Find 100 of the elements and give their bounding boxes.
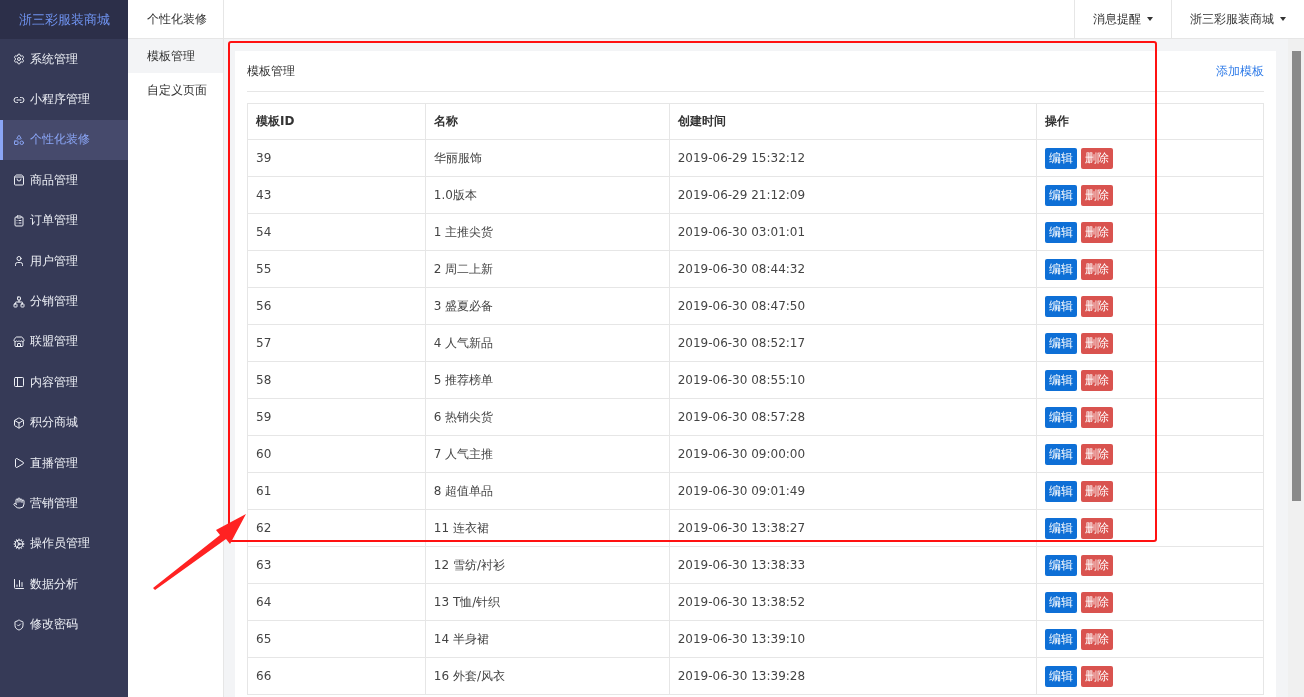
table-cell: 8 超值单品 <box>425 472 670 510</box>
edit-button[interactable]: 编辑 <box>1045 332 1078 354</box>
delete-button[interactable]: 删除 <box>1081 332 1114 354</box>
caret-icon <box>1147 17 1153 21</box>
edit-button[interactable]: 编辑 <box>1045 369 1078 391</box>
table-cell: 62 <box>247 509 426 547</box>
dropdown-menu[interactable]: 消息提醒 <box>1074 0 1171 38</box>
delete-button[interactable]: 删除 <box>1081 147 1114 169</box>
table-cell: 2019-06-30 13:39:10 <box>669 620 1037 658</box>
brand-title: 浙三彩服装商城 <box>0 0 128 39</box>
gear-icon <box>13 53 25 66</box>
table-cell: 5 推荐榜单 <box>425 361 670 399</box>
table-cell: 63 <box>247 546 426 584</box>
table-cell: 55 <box>247 250 426 288</box>
table-cell: 7 人气主推 <box>425 435 670 473</box>
table-cell: 2019-06-30 03:01:01 <box>669 213 1037 251</box>
submenu-item[interactable]: 模板管理 <box>128 39 223 73</box>
table-cell: 65 <box>247 620 426 658</box>
delete-button[interactable]: 删除 <box>1081 406 1114 428</box>
delete-button[interactable]: 删除 <box>1081 554 1114 576</box>
sidebar-item[interactable]: 系统管理 <box>0 39 128 80</box>
edit-button[interactable]: 编辑 <box>1045 517 1078 539</box>
sidebar-item[interactable]: 商品管理 <box>0 160 128 201</box>
sidebar-item[interactable]: 操作员管理 <box>0 523 128 565</box>
table-cell: 2019-06-30 13:38:52 <box>669 583 1037 621</box>
edit-button[interactable]: 编辑 <box>1045 147 1078 169</box>
delete-button[interactable]: 删除 <box>1081 295 1114 317</box>
table-cell: 3 盛夏必备 <box>425 287 670 325</box>
table-cell: 1.0版本 <box>425 176 670 214</box>
scrollbar-thumb[interactable] <box>1291 51 1301 501</box>
table-cell: 56 <box>247 287 426 325</box>
dropdown-menu[interactable]: 浙三彩服装商城 <box>1171 0 1304 38</box>
column-header: 创建时间 <box>669 103 1037 140</box>
table-cell: 2019-06-30 13:39:28 <box>669 657 1037 695</box>
edit-button[interactable]: 编辑 <box>1045 554 1078 576</box>
table-cell: 64 <box>247 583 426 621</box>
table-cell: 2 周二上新 <box>425 250 670 288</box>
edit-button[interactable]: 编辑 <box>1045 480 1078 502</box>
shapes-icon <box>13 133 25 146</box>
table-cell: 2019-06-30 09:01:49 <box>669 472 1037 510</box>
delete-button[interactable]: 删除 <box>1081 258 1114 280</box>
delete-button[interactable]: 删除 <box>1081 443 1114 465</box>
sidebar-item[interactable]: 数据分析 <box>0 564 128 605</box>
sidebar-item[interactable]: 积分商城 <box>0 402 128 443</box>
sidebar-item[interactable]: 营销管理 <box>0 483 128 524</box>
table-cell: 57 <box>247 324 426 362</box>
sidebar-item[interactable]: 小程序管理 <box>0 79 128 120</box>
edit-button[interactable]: 编辑 <box>1045 591 1078 613</box>
edit-button[interactable]: 编辑 <box>1045 221 1078 243</box>
add-template-link[interactable]: 添加模板 <box>1216 62 1264 80</box>
table-cell: 2019-06-30 08:47:50 <box>669 287 1037 325</box>
table-cell: 14 半身裙 <box>425 620 670 658</box>
delete-button[interactable]: 删除 <box>1081 221 1114 243</box>
network-icon <box>13 295 25 308</box>
table-cell: 66 <box>247 657 426 695</box>
sidebar-item[interactable]: 订单管理 <box>0 200 128 241</box>
sidebar-item[interactable]: 修改密码 <box>0 604 128 645</box>
table-cell: 39 <box>247 139 426 177</box>
table-cell: 4 人气新品 <box>425 324 670 362</box>
table-cell: 1 主推尖货 <box>425 213 670 251</box>
table-cell: 2019-06-30 08:44:32 <box>669 250 1037 288</box>
delete-button[interactable]: 删除 <box>1081 480 1114 502</box>
table-cell: 2019-06-30 08:55:10 <box>669 361 1037 399</box>
table-cell: 6 热销尖货 <box>425 398 670 436</box>
delete-button[interactable]: 删除 <box>1081 665 1114 687</box>
table-cell: 2019-06-30 13:38:27 <box>669 509 1037 547</box>
sidebar-item[interactable]: 分销管理 <box>0 281 128 322</box>
table-cell: 59 <box>247 398 426 436</box>
delete-button[interactable]: 删除 <box>1081 628 1114 650</box>
sidebar-item[interactable]: 联盟管理 <box>0 321 128 363</box>
edit-button[interactable]: 编辑 <box>1045 665 1078 687</box>
table-cell: 2019-06-29 15:32:12 <box>669 139 1037 177</box>
sidebar-item[interactable]: 用户管理 <box>0 240 128 282</box>
clipboard-icon <box>13 214 25 227</box>
hand-icon <box>13 497 25 510</box>
bag-icon <box>13 174 25 187</box>
shield-icon <box>13 618 25 631</box>
delete-button[interactable]: 删除 <box>1081 369 1114 391</box>
table-cell: 2019-06-30 08:57:28 <box>669 398 1037 436</box>
table-cell: 60 <box>247 435 426 473</box>
edit-button[interactable]: 编辑 <box>1045 184 1078 206</box>
sidebar-item[interactable]: 个性化装修 <box>0 119 128 161</box>
table-cell: 11 连衣裙 <box>425 509 670 547</box>
panel-icon <box>13 376 25 389</box>
delete-button[interactable]: 删除 <box>1081 591 1114 613</box>
edit-button[interactable]: 编辑 <box>1045 443 1078 465</box>
caret-icon <box>1280 17 1286 21</box>
column-header: 模板ID <box>247 103 426 140</box>
edit-button[interactable]: 编辑 <box>1045 295 1078 317</box>
delete-button[interactable]: 删除 <box>1081 517 1114 539</box>
edit-button[interactable]: 编辑 <box>1045 258 1078 280</box>
edit-button[interactable]: 编辑 <box>1045 406 1078 428</box>
delete-button[interactable]: 删除 <box>1081 184 1114 206</box>
sidebar-item[interactable]: 直播管理 <box>0 442 128 484</box>
column-header: 操作 <box>1036 103 1264 140</box>
table-cell: 61 <box>247 472 426 510</box>
play-icon <box>13 457 25 470</box>
sidebar-item[interactable]: 内容管理 <box>0 362 128 403</box>
box-icon <box>13 416 25 429</box>
edit-button[interactable]: 编辑 <box>1045 628 1078 650</box>
